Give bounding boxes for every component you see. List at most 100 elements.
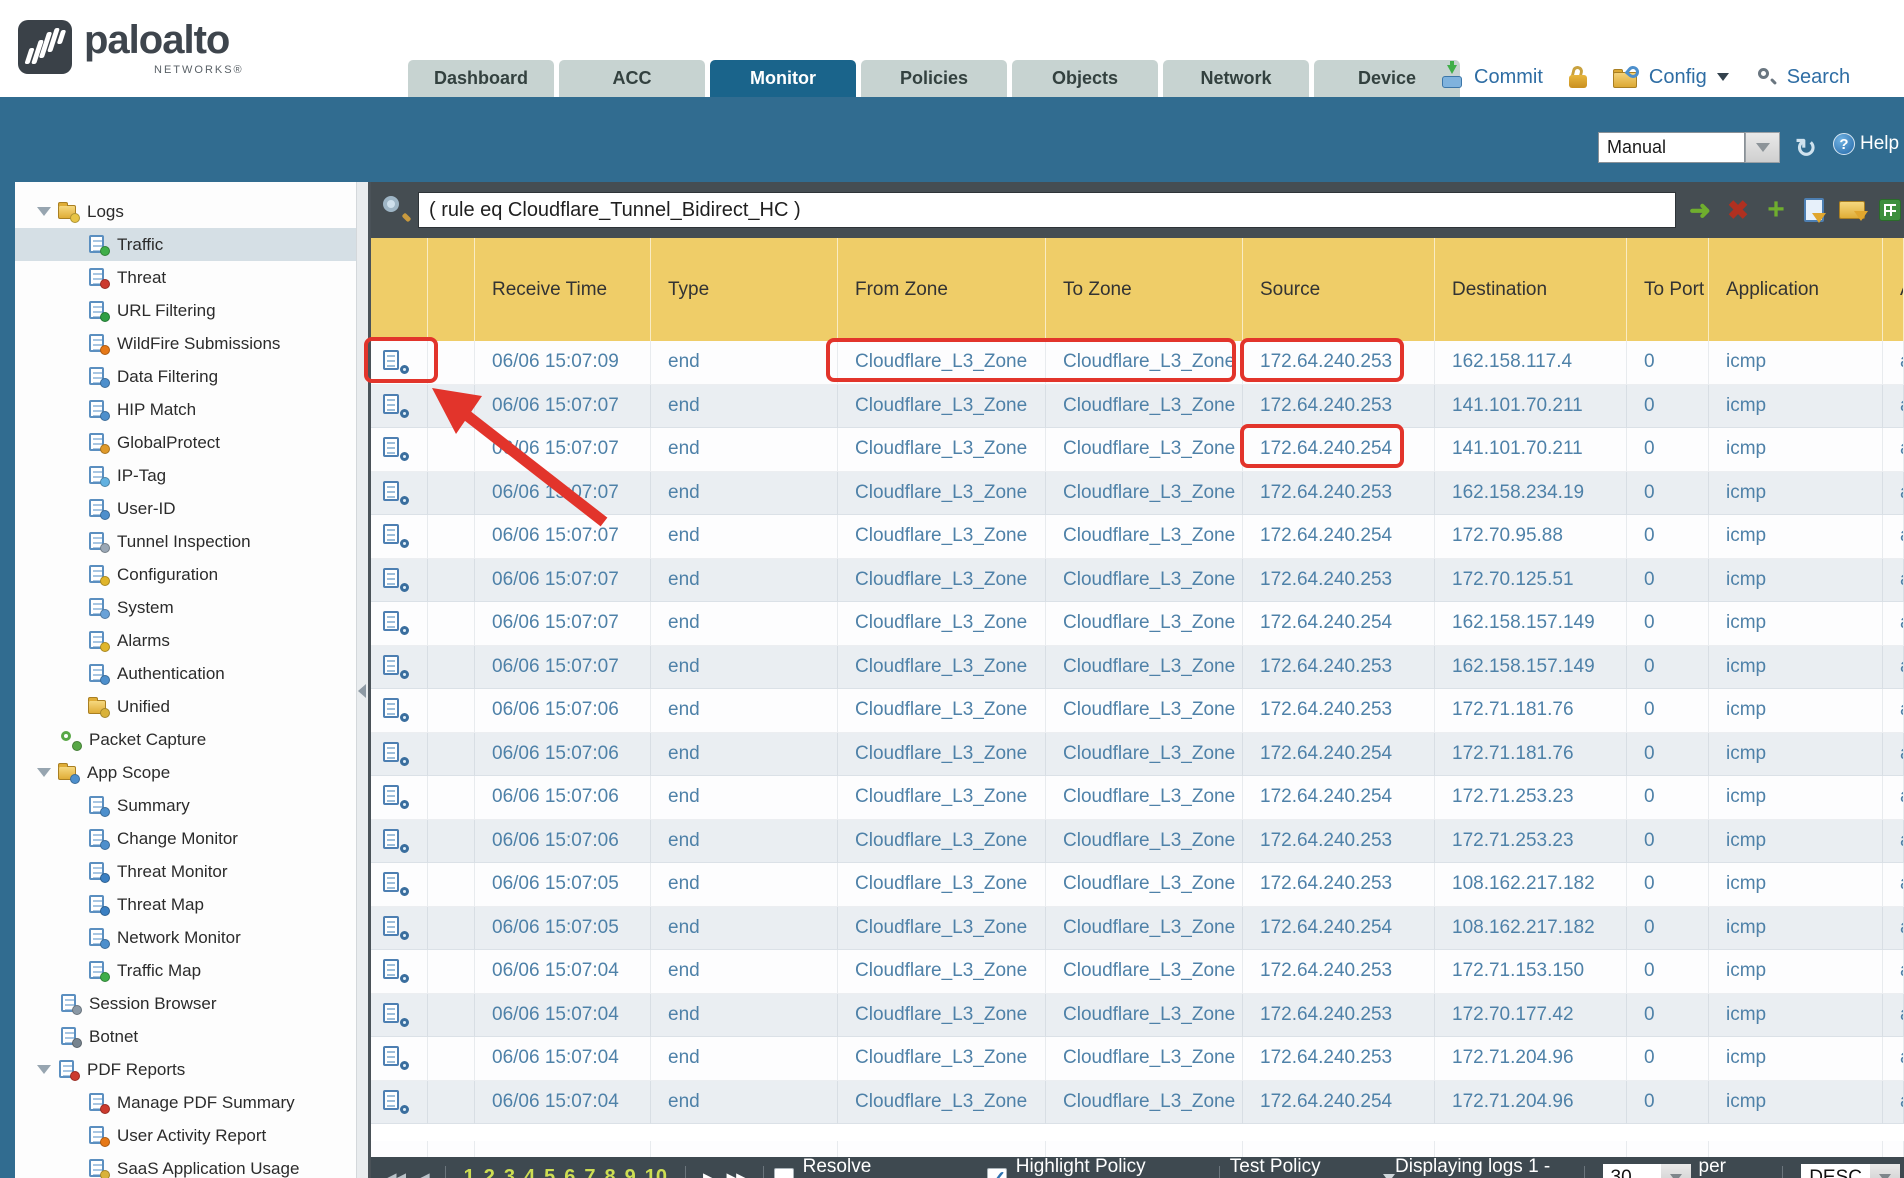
to-port-cell[interactable]: 0 — [1627, 472, 1709, 516]
log-detail-icon[interactable] — [383, 916, 409, 940]
log-detail-icon[interactable] — [383, 872, 409, 896]
type-cell[interactable]: end — [651, 776, 838, 820]
sidebar-item-manage-pdf-summary[interactable]: Manage PDF Summary — [15, 1086, 356, 1119]
application-cell[interactable]: icmp — [1709, 472, 1883, 516]
source-cell[interactable]: 172.64.240.253 — [1243, 472, 1435, 516]
log-detail-icon[interactable] — [383, 959, 409, 983]
to-port-cell[interactable]: 0 — [1627, 1037, 1709, 1081]
receive-time-cell[interactable]: 06/06 15:07:06 — [475, 689, 651, 733]
source-cell[interactable]: 172.64.240.253 — [1243, 385, 1435, 429]
commit-button[interactable]: Commit — [1474, 66, 1543, 89]
destination-cell[interactable]: 172.70.177.42 — [1435, 994, 1627, 1038]
log-detail-icon[interactable] — [383, 655, 409, 679]
to-zone-cell[interactable]: Cloudflare_L3_Zone — [1046, 646, 1243, 690]
destination-cell[interactable]: 162.158.157.149 — [1435, 602, 1627, 646]
to-zone-cell[interactable]: Cloudflare_L3_Zone — [1046, 1081, 1243, 1125]
receive-time-cell[interactable]: 06/06 15:07:07 — [475, 602, 651, 646]
sidebar-item-logs[interactable]: Logs — [15, 195, 356, 228]
action-cell[interactable]: a — [1883, 1081, 1904, 1125]
application-cell[interactable]: icmp — [1709, 428, 1883, 472]
destination-cell[interactable]: 172.71.253.23 — [1435, 776, 1627, 820]
to-port-cell[interactable]: 0 — [1627, 689, 1709, 733]
receive-time-cell[interactable]: 06/06 15:07:04 — [475, 994, 651, 1038]
receive-time-cell[interactable]: 06/06 15:07:04 — [475, 950, 651, 994]
from-zone-cell[interactable]: Cloudflare_L3_Zone — [838, 733, 1046, 777]
sidebar-item-botnet[interactable]: Botnet — [15, 1020, 356, 1053]
to-zone-cell[interactable]: Cloudflare_L3_Zone — [1046, 907, 1243, 951]
sidebar-item-threat-monitor[interactable]: Threat Monitor — [15, 855, 356, 888]
page-number-9[interactable]: 9 — [625, 1166, 636, 1178]
source-cell[interactable]: 172.64.240.253 — [1243, 820, 1435, 864]
application-cell[interactable]: icmp — [1709, 907, 1883, 951]
from-zone-cell[interactable]: Cloudflare_L3_Zone — [838, 820, 1046, 864]
receive-time-cell[interactable]: 06/06 15:07:05 — [475, 907, 651, 951]
next-page-button[interactable]: ▶ — [703, 1169, 713, 1178]
sidebar-item-configuration[interactable]: Configuration — [15, 558, 356, 591]
to-zone-cell[interactable]: Cloudflare_L3_Zone — [1046, 863, 1243, 907]
apply-filter-button[interactable]: ➜ — [1685, 195, 1715, 225]
destination-cell[interactable]: 141.101.70.211 — [1435, 428, 1627, 472]
destination-cell[interactable]: 172.70.125.51 — [1435, 559, 1627, 603]
page-number-8[interactable]: 8 — [605, 1166, 616, 1178]
expand-collapse-icon[interactable] — [37, 1065, 51, 1074]
source-cell[interactable]: 172.64.240.253 — [1243, 1037, 1435, 1081]
to-zone-cell[interactable]: Cloudflare_L3_Zone — [1046, 820, 1243, 864]
application-cell[interactable]: icmp — [1709, 341, 1883, 385]
page-number-3[interactable]: 3 — [504, 1166, 515, 1178]
log-detail-icon[interactable] — [383, 742, 409, 766]
sidebar-item-traffic[interactable]: Traffic — [15, 228, 356, 261]
type-cell[interactable]: end — [651, 385, 838, 429]
to-port-cell[interactable]: 0 — [1627, 385, 1709, 429]
destination-cell[interactable]: 172.71.181.76 — [1435, 689, 1627, 733]
action-cell[interactable]: a — [1883, 515, 1904, 559]
destination-cell[interactable]: 172.70.95.88 — [1435, 515, 1627, 559]
receive-time-cell[interactable]: 06/06 15:07:06 — [475, 820, 651, 864]
to-port-cell[interactable]: 0 — [1627, 602, 1709, 646]
tab-objects[interactable]: Objects — [1012, 60, 1158, 97]
source-cell[interactable]: 172.64.240.253 — [1243, 646, 1435, 690]
destination-cell[interactable]: 172.71.204.96 — [1435, 1081, 1627, 1125]
application-cell[interactable]: icmp — [1709, 1081, 1883, 1125]
add-filter-button[interactable]: + — [1761, 195, 1791, 225]
destination-cell[interactable]: 108.162.217.182 — [1435, 863, 1627, 907]
application-cell[interactable]: icmp — [1709, 733, 1883, 777]
sidebar-item-saas-application-usage[interactable]: SaaS Application Usage — [15, 1152, 356, 1178]
action-cell[interactable]: a — [1883, 994, 1904, 1038]
column-header-destination[interactable]: Destination — [1435, 238, 1627, 341]
sidebar-item-alarms[interactable]: Alarms — [15, 624, 356, 657]
action-cell[interactable]: a — [1883, 907, 1904, 951]
application-cell[interactable]: icmp — [1709, 820, 1883, 864]
sidebar-item-user-id[interactable]: User-ID — [15, 492, 356, 525]
column-header-receive-time[interactable]: Receive Time — [475, 238, 651, 341]
to-port-cell[interactable]: 0 — [1627, 646, 1709, 690]
to-port-cell[interactable]: 0 — [1627, 559, 1709, 603]
help-control[interactable]: ? Help — [1833, 133, 1899, 155]
from-zone-cell[interactable]: Cloudflare_L3_Zone — [838, 559, 1046, 603]
sidebar-item-user-activity-report[interactable]: User Activity Report — [15, 1119, 356, 1152]
destination-cell[interactable]: 141.101.70.211 — [1435, 385, 1627, 429]
resolve-hostname-checkbox[interactable] — [774, 1168, 794, 1178]
sidebar-item-packet-capture[interactable]: Packet Capture — [15, 723, 356, 756]
application-cell[interactable]: icmp — [1709, 385, 1883, 429]
type-cell[interactable]: end — [651, 602, 838, 646]
sidebar-item-traffic-map[interactable]: Traffic Map — [15, 954, 356, 987]
application-cell[interactable]: icmp — [1709, 559, 1883, 603]
sidebar-item-app-scope[interactable]: App Scope — [15, 756, 356, 789]
from-zone-cell[interactable]: Cloudflare_L3_Zone — [838, 994, 1046, 1038]
last-page-button[interactable]: ▶▶ — [727, 1169, 746, 1178]
sidebar-item-session-browser[interactable]: Session Browser — [15, 987, 356, 1020]
source-cell[interactable]: 172.64.240.253 — [1243, 950, 1435, 994]
action-cell[interactable]: a — [1883, 820, 1904, 864]
type-cell[interactable]: end — [651, 1081, 838, 1125]
highlight-policy-actions-checkbox[interactable] — [987, 1168, 1007, 1178]
destination-cell[interactable]: 162.158.117.4 — [1435, 341, 1627, 385]
expand-collapse-icon[interactable] — [37, 207, 51, 216]
sidebar-item-unified[interactable]: Unified — [15, 690, 356, 723]
source-cell[interactable]: 172.64.240.254 — [1243, 733, 1435, 777]
load-filter-button[interactable] — [1837, 195, 1867, 225]
type-cell[interactable]: end — [651, 1037, 838, 1081]
log-detail-icon[interactable] — [383, 1090, 409, 1114]
from-zone-cell[interactable]: Cloudflare_L3_Zone — [838, 385, 1046, 429]
sidebar-item-data-filtering[interactable]: Data Filtering — [15, 360, 356, 393]
test-policy-caret-icon[interactable] — [1383, 1174, 1395, 1178]
